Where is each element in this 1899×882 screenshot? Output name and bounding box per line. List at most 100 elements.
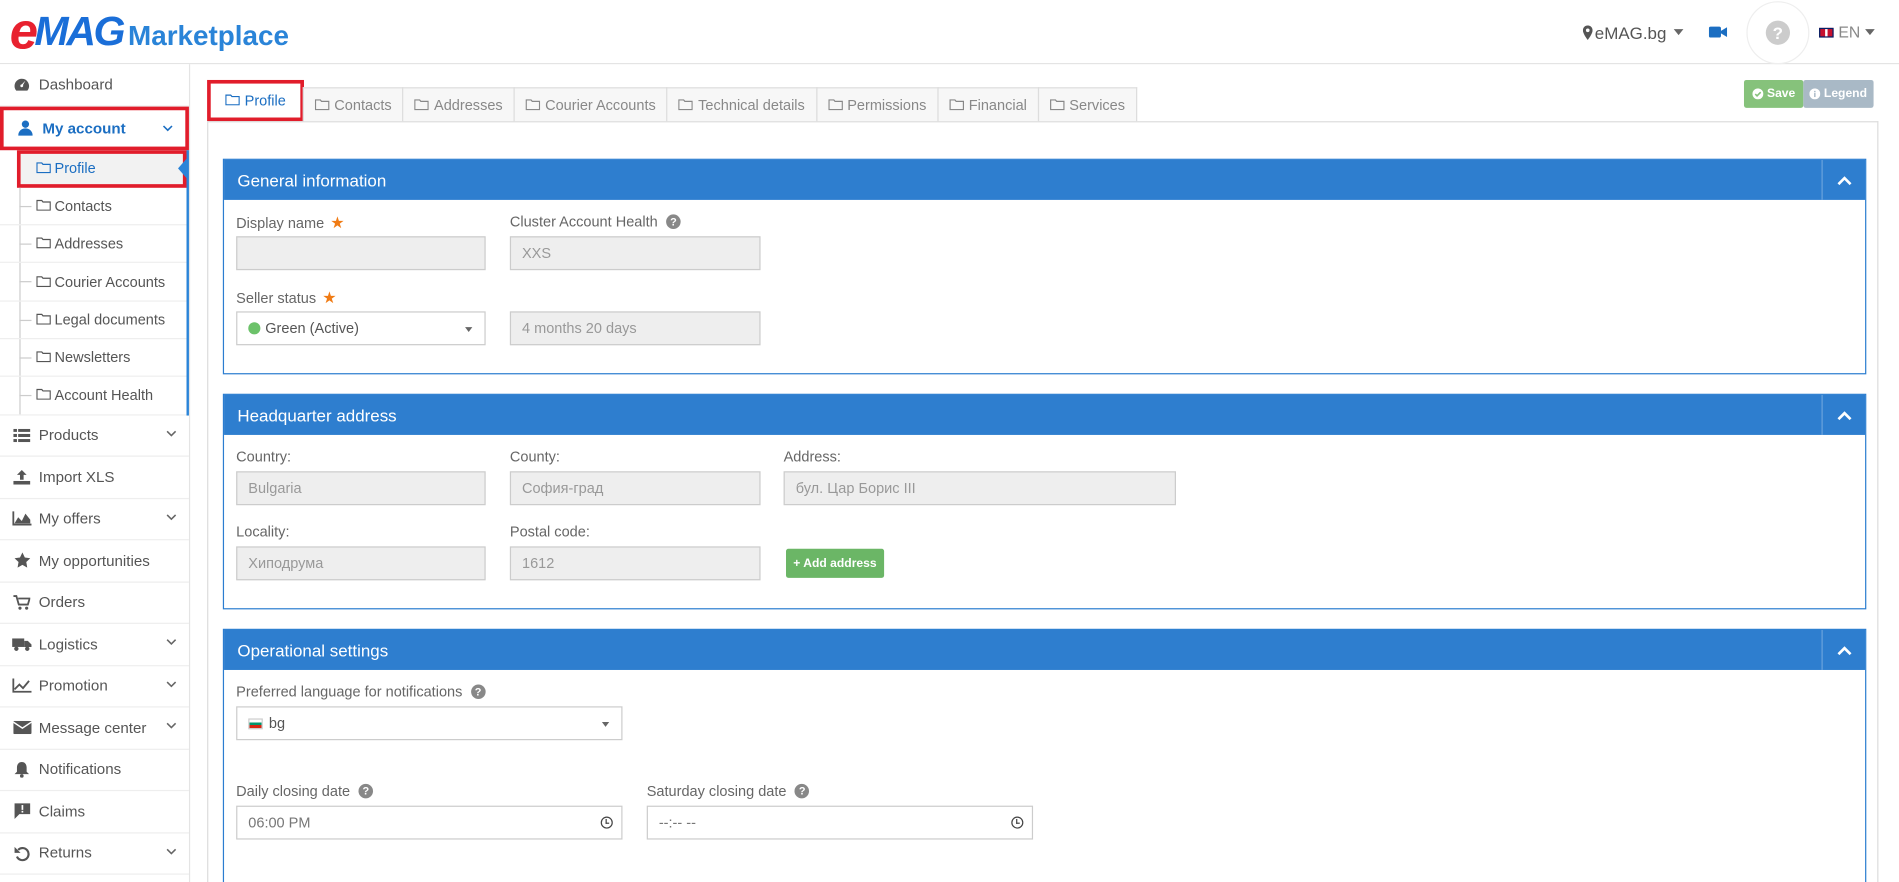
collapse-toggle[interactable] — [1821, 159, 1865, 200]
bell-icon — [12, 761, 31, 778]
info-circle-icon — [1809, 88, 1821, 100]
tab-label: Contacts — [334, 96, 392, 114]
postal-code-input: 1612 — [509, 546, 761, 581]
tab-label: Addresses — [434, 96, 503, 114]
submenu-item-profile[interactable]: Profile — [16, 149, 187, 188]
undo-icon — [12, 845, 31, 862]
tab-profile[interactable]: Profile — [207, 79, 305, 122]
chevron-down-icon — [166, 722, 177, 729]
sidebar-item-label: Dashboard — [38, 76, 113, 93]
daily-closing-date-label: Daily closing date? — [236, 783, 374, 800]
tab-label: Services — [1069, 96, 1126, 114]
sidebar-item-message-center[interactable]: Message center — [0, 708, 189, 750]
sidebar-item-my-opportunities[interactable]: My opportunities — [0, 540, 189, 583]
help-button[interactable]: ? — [1746, 0, 1810, 64]
submenu-item-account-health[interactable]: Account Health — [0, 377, 187, 416]
submenu-item-legal-documents[interactable]: Legal documents — [0, 301, 187, 340]
submenu-item-courier-accounts[interactable]: Courier Accounts — [0, 263, 187, 302]
sidebar-item-my-account[interactable]: My account — [0, 106, 189, 150]
daily-closing-date-input[interactable]: 06:00 PM — [236, 805, 623, 840]
add-address-button[interactable]: + Add address — [786, 548, 884, 578]
tab-services[interactable]: Services — [1037, 87, 1138, 122]
language-label: EN — [1838, 23, 1861, 42]
sidebar-item-claims[interactable]: Claims — [0, 791, 189, 834]
active-indicator — [178, 158, 187, 178]
tab-label: Financial — [968, 96, 1027, 114]
sidebar-item-label: My account — [42, 119, 126, 137]
clock-icon[interactable] — [1011, 816, 1024, 829]
display-name-input[interactable] — [236, 236, 486, 271]
folder-icon — [36, 160, 51, 177]
sidebar-item-dashboard[interactable]: Dashboard — [0, 64, 189, 107]
help-question-icon[interactable]: ? — [470, 684, 486, 700]
submenu-item-label: Courier Accounts — [54, 273, 166, 291]
logo-marketplace: Marketplace — [127, 19, 290, 51]
sidebar-item-products[interactable]: Products — [0, 415, 189, 457]
chevron-down-icon — [166, 639, 177, 646]
upload-icon — [12, 469, 31, 486]
tab-technical-details[interactable]: Technical details — [666, 87, 817, 122]
profile-tabs: Profile Contacts Addresses Courier Accou… — [207, 79, 1138, 122]
bulgaria-flag-icon — [248, 717, 263, 729]
panel-title: Headquarter address — [237, 405, 397, 425]
submenu-item-label: Newsletters — [54, 349, 131, 367]
submenu-item-label: Contacts — [54, 197, 112, 215]
country-label: Country: — [236, 448, 292, 466]
logo-e: e — [9, 2, 38, 60]
legend-label: Legend — [1823, 87, 1867, 101]
tab-courier-accounts[interactable]: Courier Accounts — [513, 87, 668, 122]
question-icon: ? — [1765, 19, 1790, 45]
submenu-item-contacts[interactable]: Contacts — [0, 187, 187, 226]
sidebar-item-import-xls[interactable]: Import XLS — [0, 457, 189, 499]
sidebar-item-promotion[interactable]: Promotion — [0, 666, 189, 708]
folder-icon — [36, 273, 51, 290]
dashboard-icon — [12, 76, 31, 93]
chevron-up-icon — [1836, 410, 1851, 420]
clock-icon[interactable] — [600, 816, 613, 829]
tab-label: Permissions — [847, 96, 927, 114]
saturday-closing-date-input[interactable]: --:-- -- — [646, 805, 1034, 840]
address-label: Address: — [783, 448, 841, 466]
save-button[interactable]: Save — [1743, 79, 1804, 108]
logo-mag: MAG — [34, 8, 125, 55]
sidebar-item-my-offers[interactable]: My offers — [0, 499, 189, 541]
tab-contacts[interactable]: Contacts — [302, 87, 404, 122]
language-selector[interactable]: EN — [1818, 23, 1875, 42]
sidebar-item-returns[interactable]: Returns — [0, 833, 189, 875]
star-icon — [12, 552, 31, 569]
site-selector[interactable]: eMAG.bg — [1575, 16, 1690, 47]
video-camera-icon[interactable] — [1700, 0, 1736, 64]
notification-language-select[interactable]: bg — [236, 706, 623, 741]
folder-icon — [1049, 96, 1065, 113]
seller-status-select[interactable]: Green (Active) — [236, 311, 486, 346]
required-asterisk-icon: ★ — [322, 288, 337, 307]
sidebar-item-notifications[interactable]: Notifications — [0, 749, 189, 792]
tab-permissions[interactable]: Permissions — [815, 87, 939, 122]
chevron-up-icon — [1836, 645, 1851, 655]
legend-button[interactable]: Legend — [1803, 79, 1874, 108]
help-question-icon[interactable]: ? — [358, 783, 374, 799]
submenu-item-addresses[interactable]: Addresses — [0, 225, 187, 264]
tab-addresses[interactable]: Addresses — [402, 87, 515, 122]
emag-marketplace-logo[interactable]: e MAG Marketplace — [9, 2, 290, 60]
chevron-down-icon — [166, 430, 177, 437]
sidebar-item-logistics[interactable]: Logistics — [0, 624, 189, 666]
help-question-icon[interactable]: ? — [666, 214, 681, 229]
collapse-toggle[interactable] — [1821, 629, 1865, 670]
sidebar-item-label: Import XLS — [38, 468, 115, 486]
sidebar-item-orders[interactable]: Orders — [0, 582, 189, 625]
tab-financial[interactable]: Financial — [937, 87, 1040, 122]
chevron-down-icon — [166, 848, 177, 855]
collapse-toggle[interactable] — [1821, 394, 1865, 435]
cluster-account-health-input: XXS — [509, 236, 761, 271]
seller-status-label: Seller status ★ — [236, 288, 337, 307]
postal-code-label: Postal code: — [509, 523, 590, 541]
panel-header: Headquarter address — [224, 394, 1866, 435]
help-question-icon[interactable]: ? — [794, 783, 810, 799]
folder-icon — [314, 96, 330, 113]
user-icon — [16, 119, 35, 136]
submenu-item-label: Account Health — [54, 386, 154, 404]
submenu-item-newsletters[interactable]: Newsletters — [0, 339, 187, 378]
tab-label: Technical details — [698, 96, 805, 114]
site-selector-label: eMAG.bg — [1594, 22, 1667, 42]
